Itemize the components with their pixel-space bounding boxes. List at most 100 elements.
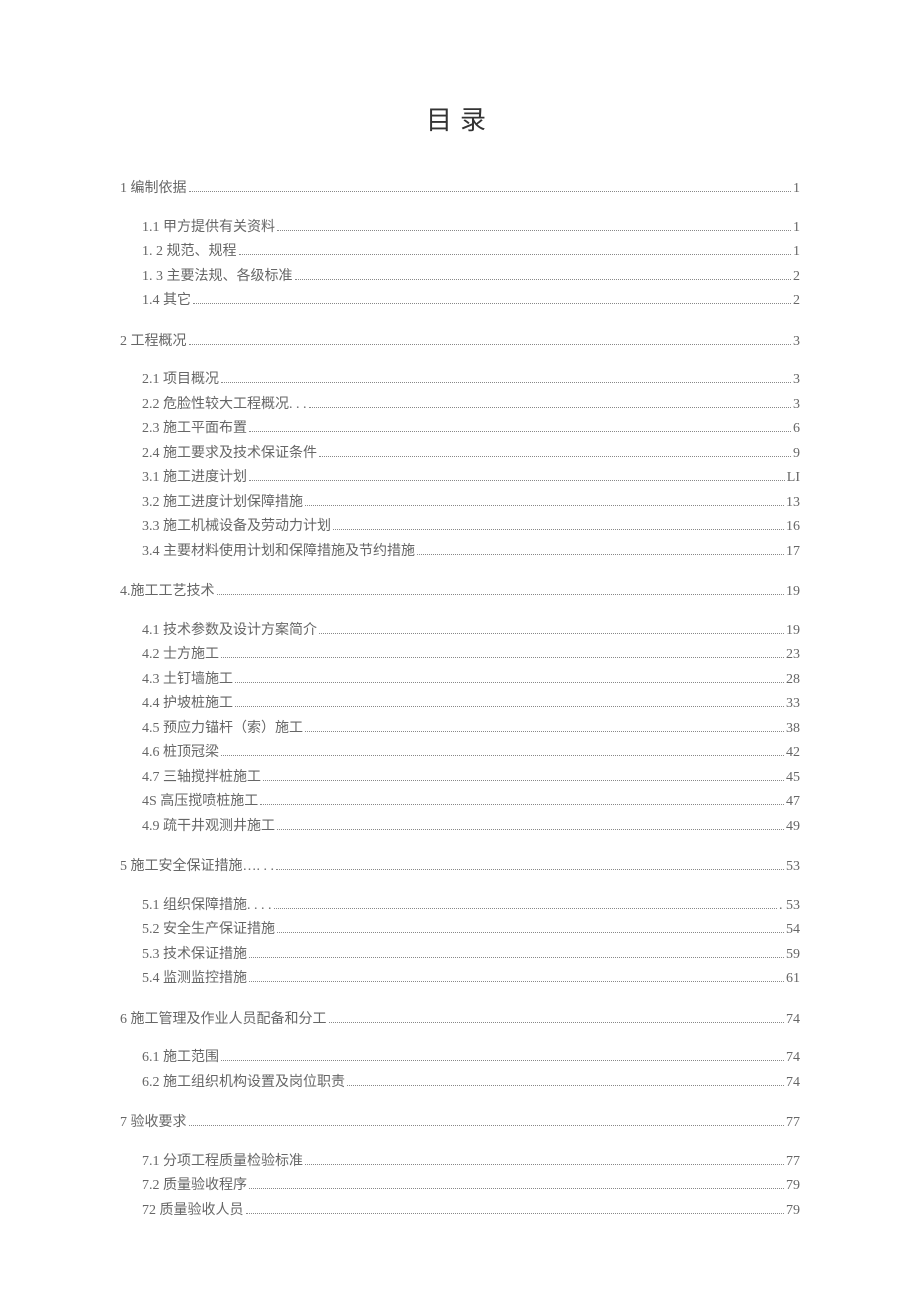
toc-entry-label: 1 编制依据 [120, 177, 187, 202]
toc-entry: 6.2 施工组织机构设置及岗位职责74 [142, 1071, 800, 1096]
toc-entry: 2.4 施工要求及技术保证条件9 [142, 442, 800, 467]
toc-leader-dots [189, 191, 792, 192]
toc-entry-page: 3 [793, 330, 800, 355]
toc-entry: 2.2 危脸性较大工程概况. . .3 [142, 393, 800, 418]
toc-section: 4.施工工艺技术 19 4.1 技术参数及设计方案简介 19 4.2 士方施工234.3… [120, 580, 800, 839]
toc-leader-dots [235, 706, 784, 707]
toc-leader-dots [221, 657, 784, 658]
toc-section: 1 编制依据11.1 甲方提供有关资料11. 2 规范、规程11. 3 主要法规… [120, 177, 800, 314]
toc-leader-dots [277, 230, 791, 231]
toc-entry: 4.4 护坡桩施工 33 [142, 692, 800, 717]
toc-entry-label: 7 验收要求 [120, 1111, 187, 1136]
toc-leader-dots [274, 908, 778, 909]
toc-entry-page: 2 [793, 289, 800, 314]
toc-entry-label: 2.1 项目概况 [142, 368, 219, 393]
toc-leader-dots [249, 480, 785, 481]
toc-entry-page: . 53 [779, 894, 800, 919]
toc-entry-page: 77 [786, 1150, 800, 1175]
toc-entry: 6.1 施工范围74 [142, 1046, 800, 1071]
toc-entry: 1.4 其它2 [142, 289, 800, 314]
toc-entry: 1.1 甲方提供有关资料1 [142, 216, 800, 241]
toc-section: 2 工程概况32.1 项目概况32.2 危脸性较大工程概况. . .32.3 施… [120, 330, 800, 565]
toc-entry-label: 1. 3 主要法规、各级标准 [142, 265, 293, 290]
toc-leader-dots [305, 731, 784, 732]
toc-entry-page: 6 [793, 417, 800, 442]
toc-entry-label: 4.7 三轴搅拌桩施工 [142, 766, 261, 791]
toc-entry: 72 质量验收人员 79 [142, 1199, 800, 1224]
toc-entry: 4S 高压搅喷桩施工47 [142, 790, 800, 815]
toc-entry-page: 33 [786, 692, 800, 717]
toc-entry-label: 4.4 护坡桩施工 [142, 692, 233, 717]
toc-entry: 3.4 主要材料使用计划和保障措施及节约措施17 [142, 540, 800, 565]
toc-entry: 6 施工管理及作业人员配备和分工74 [120, 1008, 800, 1033]
toc-entry: 3.1 施工进度计划LI [142, 466, 800, 491]
toc-entry-label: 5.2 安全生产保证措施 [142, 918, 275, 943]
toc-entry-page: 17 [786, 540, 800, 565]
toc-leader-dots [249, 981, 784, 982]
toc-leader-dots [217, 594, 785, 595]
toc-entry-page: 77 [786, 1111, 800, 1136]
toc-entry: 7 验收要求 77 [120, 1111, 800, 1136]
toc-entry: 7.1 分项工程质量检验标准 77 [142, 1150, 800, 1175]
toc-entry-page: 3 [793, 368, 800, 393]
toc-entry-label: 5.3 技术保证措施 [142, 943, 247, 968]
toc-entry: 5.4 监测监控措施61 [142, 967, 800, 992]
toc-leader-dots [193, 303, 791, 304]
toc-entry: 5.2 安全生产保证措施 54 [142, 918, 800, 943]
toc-entry-page: 28 [786, 668, 800, 693]
toc-entry: 1. 2 规范、规程1 [142, 240, 800, 265]
toc-entry-label: 7.2 质量验收程序 [142, 1174, 247, 1199]
toc-entry-page: 79 [786, 1174, 800, 1199]
toc-entry-label: 4.施工工艺技术 [120, 580, 215, 605]
toc-entry-page: 16 [786, 515, 800, 540]
toc-entry: 5.3 技术保证措施 59 [142, 943, 800, 968]
toc-entry: 4.2 士方施工23 [142, 643, 800, 668]
toc-leader-dots [249, 1188, 784, 1189]
toc-children: 6.1 施工范围746.2 施工组织机构设置及岗位职责74 [120, 1046, 800, 1095]
toc-entry-label: 2 工程概况 [120, 330, 187, 355]
toc-leader-dots [417, 554, 784, 555]
toc-entry-page: 19 [786, 580, 800, 605]
toc-entry-label: 7.1 分项工程质量检验标准 [142, 1150, 303, 1175]
toc-entry-label: 4.5 预应力锚杆（索）施工 [142, 717, 303, 742]
toc-children: 4.1 技术参数及设计方案简介194.2 士方施工234.3 土钉墙施工284.… [120, 619, 800, 840]
toc-entry: 5.1 组织保障措施. . . .. 53 [142, 894, 800, 919]
toc-entry-page: 38 [786, 717, 800, 742]
toc-entry-label: 4.1 技术参数及设计方案简介 [142, 619, 317, 644]
toc-leader-dots [277, 932, 784, 933]
toc-entry-label: 4S 高压搅喷桩施工 [142, 790, 258, 815]
toc-entry-label: 6 施工管理及作业人员配备和分工 [120, 1008, 327, 1033]
toc-entry-page: 59 [786, 943, 800, 968]
table-of-contents: 1 编制依据11.1 甲方提供有关资料11. 2 规范、规程11. 3 主要法规… [120, 177, 800, 1223]
toc-section: 5 施工安全保证措施…. . .535.1 组织保障措施. . . .. 535… [120, 855, 800, 992]
toc-entry-label: 4.3 土钉墙施工 [142, 668, 233, 693]
toc-entry-page: 3 [793, 393, 800, 418]
toc-entry-page: 42 [786, 741, 800, 766]
toc-children: 1.1 甲方提供有关资料11. 2 规范、规程11. 3 主要法规、各级标准21… [120, 216, 800, 314]
toc-leader-dots [221, 1060, 784, 1061]
toc-children: 7.1 分项工程质量检验标准 77 7.2 质量验收程序 79 72 质量验收人员 79 [120, 1150, 800, 1224]
toc-entry-label: 72 质量验收人员 [142, 1199, 244, 1224]
toc-leader-dots [263, 780, 784, 781]
toc-entry-label: 6.2 施工组织机构设置及岗位职责 [142, 1071, 345, 1096]
toc-leader-dots [333, 529, 784, 530]
toc-entry-page: 79 [786, 1199, 800, 1224]
toc-entry: 4.施工工艺技术 19 [120, 580, 800, 605]
toc-entry-label: 3.1 施工进度计划 [142, 466, 247, 491]
toc-leader-dots [221, 382, 791, 383]
toc-entry-label: 6.1 施工范围 [142, 1046, 219, 1071]
toc-leader-dots [189, 344, 792, 345]
toc-entry-label: 1.1 甲方提供有关资料 [142, 216, 275, 241]
toc-entry-label: 5.4 监测监控措施 [142, 967, 247, 992]
toc-leader-dots [305, 1164, 784, 1165]
toc-entry: 4.6 桩顶冠梁42 [142, 741, 800, 766]
toc-entry-label: 4.2 士方施工 [142, 643, 219, 668]
toc-entry-page: 53 [786, 855, 800, 880]
toc-entry-page: 9 [793, 442, 800, 467]
toc-entry-page: 54 [786, 918, 800, 943]
toc-entry-page: 13 [786, 491, 800, 516]
toc-leader-dots [295, 279, 792, 280]
toc-entry: 3.2 施工进度计划保障措施13 [142, 491, 800, 516]
toc-leader-dots [319, 456, 791, 457]
toc-entry: 2 工程概况 3 [120, 330, 800, 355]
